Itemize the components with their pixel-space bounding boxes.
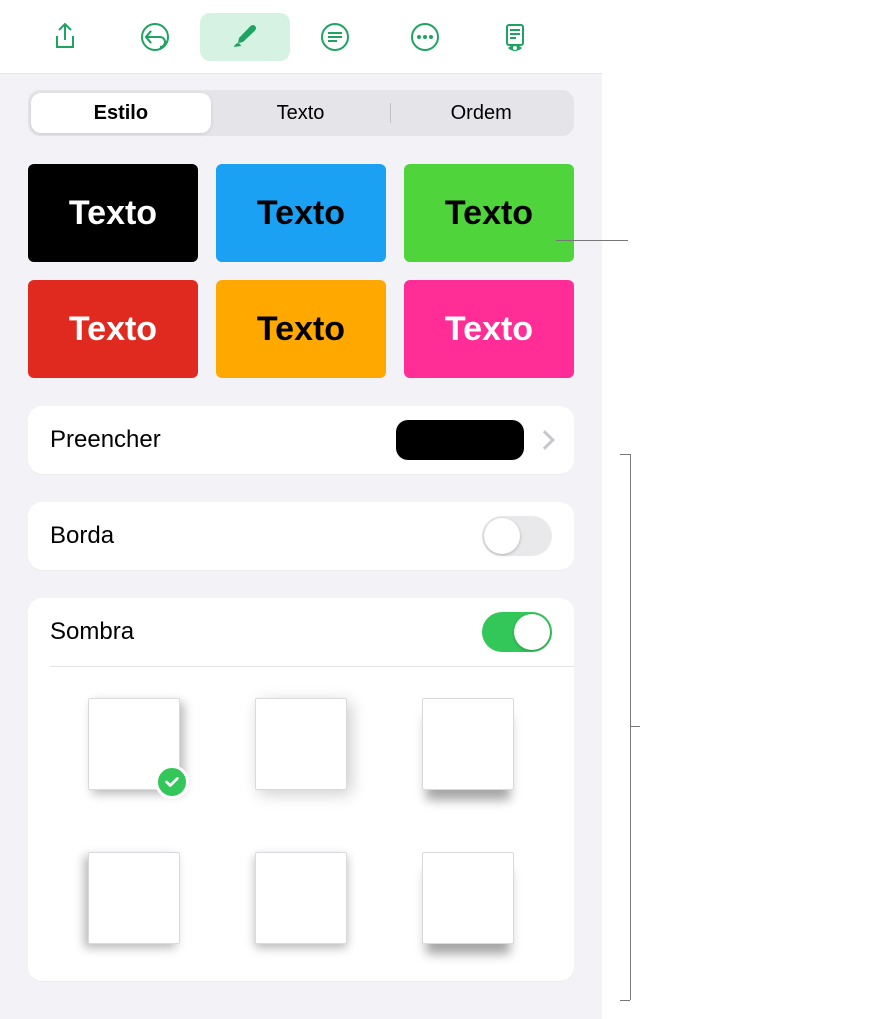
shadow-option-5[interactable] [255, 852, 347, 944]
fill-label: Preencher [50, 426, 396, 454]
undo-icon [139, 21, 171, 53]
callout-bracket [630, 726, 640, 727]
shadow-card: Sombra [28, 598, 574, 981]
callout-bracket [630, 454, 631, 1000]
share-button[interactable] [20, 13, 110, 61]
preset-label: Texto [69, 194, 157, 233]
fill-row[interactable]: Preencher [28, 406, 574, 474]
callout-bracket [620, 454, 630, 455]
share-icon [49, 21, 81, 53]
chevron-right-icon [535, 430, 555, 450]
preset-label: Texto [445, 310, 533, 349]
tab-style-label: Estilo [94, 102, 148, 125]
tab-order-label: Ordem [451, 102, 512, 125]
toggle-knob [514, 614, 550, 650]
text-format-icon [319, 21, 351, 53]
tab-style[interactable]: Estilo [31, 93, 211, 133]
border-label: Borda [50, 522, 482, 550]
format-brush-button[interactable] [200, 13, 290, 61]
shadow-options-grid [28, 667, 574, 981]
tab-text-label: Texto [277, 102, 325, 125]
shadow-toggle[interactable] [482, 612, 552, 652]
checkmark-icon [155, 765, 189, 799]
preset-style-3[interactable]: Texto [404, 164, 574, 262]
preset-label: Texto [445, 194, 533, 233]
shadow-row: Sombra [28, 598, 574, 666]
more-button[interactable] [380, 13, 470, 61]
border-toggle[interactable] [482, 516, 552, 556]
shadow-option-3[interactable] [422, 698, 514, 790]
preset-label: Texto [69, 310, 157, 349]
preset-style-5[interactable]: Texto [216, 280, 386, 378]
border-card: Borda [28, 502, 574, 570]
preset-label: Texto [257, 194, 345, 233]
preset-style-1[interactable]: Texto [28, 164, 198, 262]
toolbar [0, 0, 602, 74]
segmented-control: Estilo Texto Ordem [28, 90, 574, 136]
text-format-button[interactable] [290, 13, 380, 61]
shadow-label: Sombra [50, 618, 482, 646]
callout-bracket [620, 1000, 630, 1001]
shadow-option-2[interactable] [255, 698, 347, 790]
shadow-option-1[interactable] [88, 698, 180, 790]
format-panel: Estilo Texto Ordem Texto Texto Texto Tex… [0, 74, 602, 1019]
shadow-option-6[interactable] [422, 852, 514, 944]
fill-card: Preencher [28, 406, 574, 474]
undo-button[interactable] [110, 13, 200, 61]
tab-text[interactable]: Texto [211, 93, 391, 133]
preset-style-2[interactable]: Texto [216, 164, 386, 262]
tab-order[interactable]: Ordem [391, 93, 571, 133]
view-mode-button[interactable] [470, 13, 560, 61]
fill-color-swatch [396, 420, 524, 460]
preset-label: Texto [257, 310, 345, 349]
page-view-icon [499, 21, 531, 53]
preset-styles-grid: Texto Texto Texto Texto Texto Texto [28, 164, 574, 378]
toggle-knob [484, 518, 520, 554]
brush-icon [229, 21, 261, 53]
preset-style-6[interactable]: Texto [404, 280, 574, 378]
shadow-option-4[interactable] [88, 852, 180, 944]
callout-line [556, 240, 628, 241]
preset-style-4[interactable]: Texto [28, 280, 198, 378]
more-icon [409, 21, 441, 53]
border-row: Borda [28, 502, 574, 570]
